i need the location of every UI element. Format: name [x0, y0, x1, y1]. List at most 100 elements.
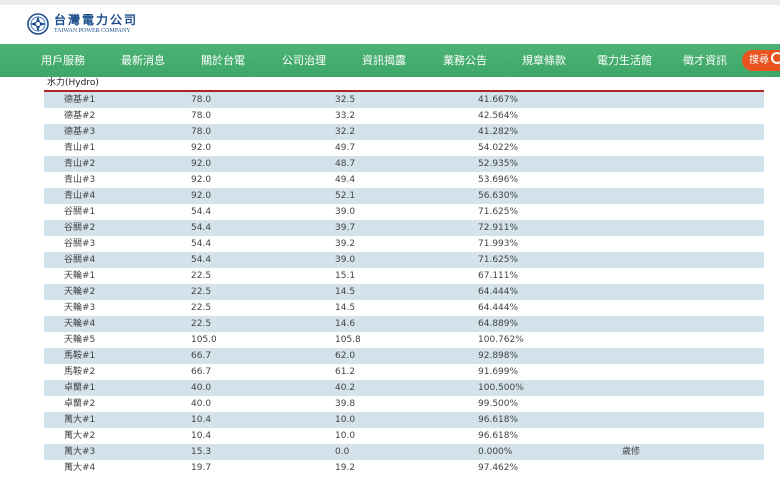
taipower-logo-icon: [27, 13, 49, 35]
nav-item-announcements[interactable]: 業務公告: [443, 44, 487, 77]
table-row: 青山#3 92.0 49.4 53.696%: [44, 172, 764, 188]
table-row: 天輪#3 22.5 14.5 64.444%: [44, 300, 764, 316]
output-cell: 39.0: [335, 207, 356, 217]
unit-name-cell: 谷關#4: [64, 255, 96, 265]
output-cell: 14.5: [335, 303, 356, 313]
generation-table: 德基#1 78.0 32.5 41.667% 德基#2 78.0 33.2 42.564% 德基…: [44, 92, 764, 476]
ratio-cell: 71.625%: [478, 207, 519, 217]
main-navigation: 用戶服務 最新消息 關於台電 公司治理 資訊揭露 業務公告 規章條款 電力生活館…: [0, 44, 780, 77]
table-row: 卓蘭#1 40.0 40.2 100.500%: [44, 380, 764, 396]
search-button[interactable]: 搜尋: [742, 50, 780, 71]
capacity-cell: 15.3: [191, 447, 212, 457]
ratio-cell: 64.889%: [478, 319, 519, 329]
nav-item-power-life[interactable]: 電力生活館: [597, 44, 652, 77]
unit-name-cell: 卓蘭#1: [64, 383, 96, 393]
ratio-cell: 42.564%: [478, 111, 519, 121]
section-title: 水力(Hydro): [47, 78, 99, 88]
ratio-cell: 67.111%: [478, 271, 519, 281]
ratio-cell: 100.500%: [478, 383, 524, 393]
table-row: 谷關#2 54.4 39.7 72.911%: [44, 220, 764, 236]
nav-item-news[interactable]: 最新消息: [121, 44, 165, 77]
output-cell: 48.7: [335, 159, 356, 169]
unit-name-cell: 德基#2: [64, 111, 96, 121]
capacity-cell: 54.4: [191, 255, 212, 265]
capacity-cell: 19.7: [191, 463, 212, 473]
unit-name-cell: 卓蘭#2: [64, 399, 96, 409]
unit-name-cell: 天輪#4: [64, 319, 96, 329]
output-cell: 14.5: [335, 287, 356, 297]
output-cell: 32.5: [335, 95, 356, 105]
unit-name-cell: 青山#4: [64, 191, 96, 201]
capacity-cell: 22.5: [191, 271, 212, 281]
table-row: 萬大#4 19.7 19.2 97.462%: [44, 460, 764, 476]
table-row: 卓蘭#2 40.0 39.8 99.500%: [44, 396, 764, 412]
ratio-cell: 71.625%: [478, 255, 519, 265]
capacity-cell: 105.0: [191, 335, 217, 345]
output-cell: 33.2: [335, 111, 356, 121]
nav-item-customer-service[interactable]: 用戶服務: [41, 44, 85, 77]
ratio-cell: 0.000%: [478, 447, 513, 457]
ratio-cell: 92.898%: [478, 351, 519, 361]
output-cell: 49.7: [335, 143, 356, 153]
output-cell: 62.0: [335, 351, 356, 361]
output-cell: 14.6: [335, 319, 356, 329]
site-header: 台灣電力公司 TAIWAN POWER COMPANY: [0, 5, 780, 43]
unit-name-cell: 青山#3: [64, 175, 96, 185]
table-row: 谷關#4 54.4 39.0 71.625%: [44, 252, 764, 268]
table-row: 德基#2 78.0 33.2 42.564%: [44, 108, 764, 124]
output-cell: 49.4: [335, 175, 356, 185]
capacity-cell: 10.4: [191, 431, 212, 441]
output-cell: 61.2: [335, 367, 356, 377]
capacity-cell: 22.5: [191, 287, 212, 297]
capacity-cell: 92.0: [191, 191, 212, 201]
capacity-cell: 54.4: [191, 207, 212, 217]
table-row: 馬鞍#2 66.7 61.2 91.699%: [44, 364, 764, 380]
ratio-cell: 91.699%: [478, 367, 519, 377]
unit-name-cell: 天輪#3: [64, 303, 96, 313]
ratio-cell: 41.667%: [478, 95, 519, 105]
table-row: 天輪#1 22.5 15.1 67.111%: [44, 268, 764, 284]
output-cell: 19.2: [335, 463, 356, 473]
output-cell: 10.0: [335, 415, 356, 425]
nav-item-governance[interactable]: 公司治理: [282, 44, 326, 77]
table-row: 天輪#5 105.0 105.8 100.762%: [44, 332, 764, 348]
output-cell: 39.2: [335, 239, 356, 249]
nav-item-regulations[interactable]: 規章條款: [522, 44, 566, 77]
ratio-cell: 53.696%: [478, 175, 519, 185]
ratio-cell: 41.282%: [478, 127, 519, 137]
table-row: 馬鞍#1 66.7 62.0 92.898%: [44, 348, 764, 364]
nav-item-careers[interactable]: 徵才資訊: [683, 44, 727, 77]
capacity-cell: 92.0: [191, 159, 212, 169]
unit-name-cell: 谷關#3: [64, 239, 96, 249]
capacity-cell: 92.0: [191, 143, 212, 153]
table-row: 天輪#4 22.5 14.6 64.889%: [44, 316, 764, 332]
table-row: 谷關#1 54.4 39.0 71.625%: [44, 204, 764, 220]
ratio-cell: 64.444%: [478, 287, 519, 297]
ratio-cell: 99.500%: [478, 399, 519, 409]
ratio-cell: 64.444%: [478, 303, 519, 313]
unit-name-cell: 馬鞍#2: [64, 367, 96, 377]
output-cell: 39.0: [335, 255, 356, 265]
unit-name-cell: 德基#1: [64, 95, 96, 105]
table-row: 萬大#3 15.3 0.0 0.000% 歲修: [44, 444, 764, 460]
capacity-cell: 78.0: [191, 111, 212, 121]
table-row: 青山#2 92.0 48.7 52.935%: [44, 156, 764, 172]
table-row: 萬大#2 10.4 10.0 96.618%: [44, 428, 764, 444]
capacity-cell: 92.0: [191, 175, 212, 185]
logo-name-cn: 台灣電力公司: [54, 12, 139, 27]
ratio-cell: 71.993%: [478, 239, 519, 249]
nav-item-about[interactable]: 關於台電: [201, 44, 245, 77]
table-row: 青山#1 92.0 49.7 54.022%: [44, 140, 764, 156]
table-row: 谷關#3 54.4 39.2 71.993%: [44, 236, 764, 252]
output-cell: 32.2: [335, 127, 356, 137]
unit-name-cell: 青山#1: [64, 143, 96, 153]
output-cell: 39.7: [335, 223, 356, 233]
unit-name-cell: 天輪#2: [64, 287, 96, 297]
note-cell: 歲修: [622, 447, 641, 457]
taipower-logo[interactable]: 台灣電力公司 TAIWAN POWER COMPANY: [27, 13, 138, 35]
unit-name-cell: 天輪#5: [64, 335, 96, 345]
table-row: 天輪#2 22.5 14.5 64.444%: [44, 284, 764, 300]
nav-item-disclosure[interactable]: 資訊揭露: [362, 44, 406, 77]
ratio-cell: 52.935%: [478, 159, 519, 169]
capacity-cell: 40.0: [191, 399, 212, 409]
